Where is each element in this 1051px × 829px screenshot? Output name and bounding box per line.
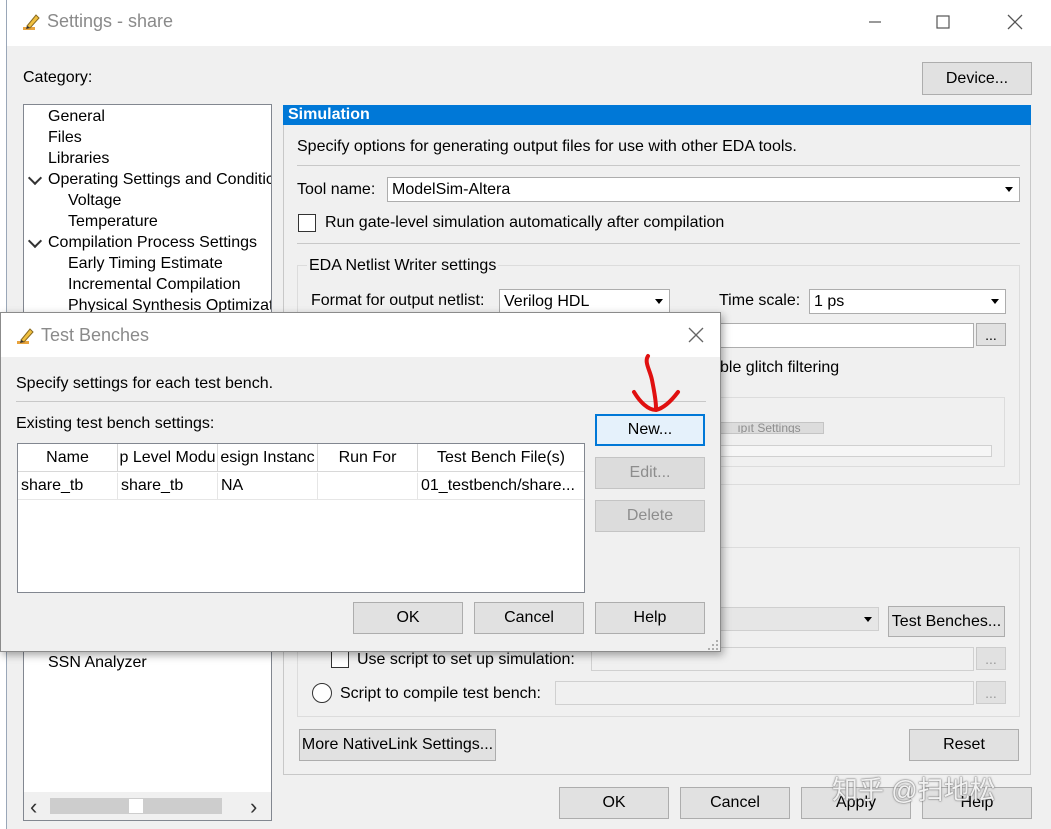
use-script-checkbox[interactable]: [331, 650, 349, 668]
scroll-right-icon[interactable]: ›: [250, 794, 257, 820]
dialog-instructions: Specify settings for each test bench.: [16, 375, 274, 392]
browse-output-directory-button[interactable]: ...: [976, 323, 1006, 346]
compile-script-field[interactable]: [555, 681, 974, 705]
title-bar: Settings - share: [7, 0, 1051, 46]
compile-test-bench-select[interactable]: [714, 607, 879, 631]
tree-item-temperature[interactable]: Temperature: [68, 213, 158, 231]
output-settings-button[interactable]: ıpıt Settings: [714, 422, 824, 434]
test-benches-button[interactable]: Test Benches...: [888, 606, 1005, 637]
column-header[interactable]: Name: [18, 444, 118, 472]
ok-button[interactable]: OK: [559, 787, 669, 819]
glitch-filtering-label: ble glitch filtering: [720, 359, 840, 376]
chevron-down-icon: [655, 299, 663, 304]
divider: [297, 165, 1020, 166]
scrollbar-thumb[interactable]: [128, 798, 144, 814]
compile-script-radio[interactable]: [312, 683, 332, 703]
browse-use-script-button[interactable]: ...: [976, 647, 1006, 670]
tool-name-value: ModelSim-Altera: [392, 181, 511, 198]
chevron-down-icon: [991, 299, 999, 304]
pencil-icon: [17, 328, 34, 344]
browse-compile-script-button[interactable]: ...: [976, 681, 1006, 704]
column-header[interactable]: p Level Modu: [118, 444, 218, 472]
row-divider: [18, 499, 584, 500]
reset-button[interactable]: Reset: [909, 729, 1019, 761]
column-header[interactable]: esign Instanc: [218, 444, 318, 472]
run-gate-level-checkbox[interactable]: [298, 214, 316, 232]
output-directory-field[interactable]: [714, 323, 974, 348]
edit-test-bench-button[interactable]: Edit...: [595, 457, 705, 489]
compile-script-label: Script to compile test bench:: [340, 685, 541, 702]
minimize-icon: [869, 21, 881, 23]
tree-item-voltage[interactable]: Voltage: [68, 192, 121, 210]
minimize-button[interactable]: [855, 6, 895, 38]
table-cell[interactable]: share_tb: [118, 473, 218, 499]
netlist-group-label: EDA Netlist Writer settings: [307, 257, 499, 275]
close-button[interactable]: [995, 6, 1035, 38]
tree-item-general[interactable]: General: [48, 108, 105, 126]
watermark-text: 知乎 @扫地松: [832, 775, 996, 805]
dialog-title-bar: Test Benches: [1, 313, 720, 357]
disabled-field: [714, 445, 992, 457]
device-button[interactable]: Device...: [922, 62, 1032, 95]
time-scale-select[interactable]: 1 ps: [809, 289, 1006, 314]
format-label: Format for output netlist:: [311, 292, 485, 309]
red-arrow-annotation-icon: [632, 354, 680, 413]
divider: [297, 243, 1020, 244]
window-title: Settings - share: [47, 11, 174, 31]
dialog-cancel-button[interactable]: Cancel: [474, 602, 584, 634]
dialog-help-button[interactable]: Help: [595, 602, 705, 634]
use-script-label: Use script to set up simulation:: [357, 651, 575, 668]
maximize-button[interactable]: [923, 6, 963, 38]
scroll-left-icon[interactable]: ‹: [30, 794, 37, 820]
close-icon: [1007, 14, 1023, 30]
category-label: Category:: [23, 69, 93, 86]
dialog-ok-button[interactable]: OK: [353, 602, 463, 634]
tool-name-label: Tool name:: [297, 181, 376, 198]
run-gate-level-label: Run gate-level simulation automatically …: [325, 214, 725, 231]
tree-item-incremental-compilation[interactable]: Incremental Compilation: [68, 276, 241, 294]
table-cell[interactable]: NA: [218, 473, 318, 499]
divider: [16, 401, 706, 402]
horizontal-scrollbar[interactable]: ‹ ›: [24, 792, 271, 820]
column-header[interactable]: Test Bench File(s): [418, 444, 584, 472]
chevron-down-icon: [864, 617, 872, 622]
chevron-down-icon: [1005, 187, 1013, 192]
simulation-header: Simulation: [283, 105, 1031, 125]
close-icon: [688, 327, 704, 343]
time-scale-value: 1 ps: [814, 293, 845, 310]
existing-settings-label: Existing test bench settings:: [16, 415, 215, 432]
chevron-down-icon[interactable]: [27, 170, 43, 186]
tree-item-libraries[interactable]: Libraries: [48, 150, 109, 168]
tree-item-files[interactable]: Files: [48, 129, 82, 147]
maximize-icon: [936, 15, 950, 29]
test-benches-dialog: Test Benches Specify settings for each t…: [0, 312, 721, 652]
table-cell[interactable]: [318, 473, 418, 499]
tree-item-compilation-process[interactable]: Compilation Process Settings: [48, 234, 257, 252]
tool-name-select[interactable]: ModelSim-Altera: [387, 177, 1020, 202]
table-cell[interactable]: share_tb: [18, 473, 118, 499]
more-nativelink-settings-button[interactable]: More NativeLink Settings...: [299, 729, 496, 761]
simulation-description: Specify options for generating output fi…: [297, 138, 797, 155]
format-select[interactable]: Verilog HDL: [499, 289, 670, 314]
chevron-down-icon[interactable]: [27, 233, 43, 249]
time-scale-label: Time scale:: [719, 292, 801, 309]
tree-item-ssn-analyzer[interactable]: SSN Analyzer: [48, 654, 147, 672]
format-value: Verilog HDL: [504, 293, 590, 310]
dialog-title: Test Benches: [41, 325, 150, 345]
cancel-button[interactable]: Cancel: [680, 787, 790, 819]
delete-test-bench-button[interactable]: Delete: [595, 500, 705, 532]
tree-item-operating-settings[interactable]: Operating Settings and Conditic: [48, 171, 271, 189]
tree-item-early-timing[interactable]: Early Timing Estimate: [68, 255, 223, 273]
table-cell[interactable]: 01_testbench/share...: [418, 473, 584, 499]
settings-pencil-icon: [23, 14, 40, 30]
dialog-close-button[interactable]: [681, 321, 711, 349]
resize-grip-icon[interactable]: [707, 639, 719, 651]
column-header[interactable]: Run For: [318, 444, 418, 472]
test-bench-table[interactable]: Name p Level Modu esign Instanc Run For …: [17, 443, 585, 593]
